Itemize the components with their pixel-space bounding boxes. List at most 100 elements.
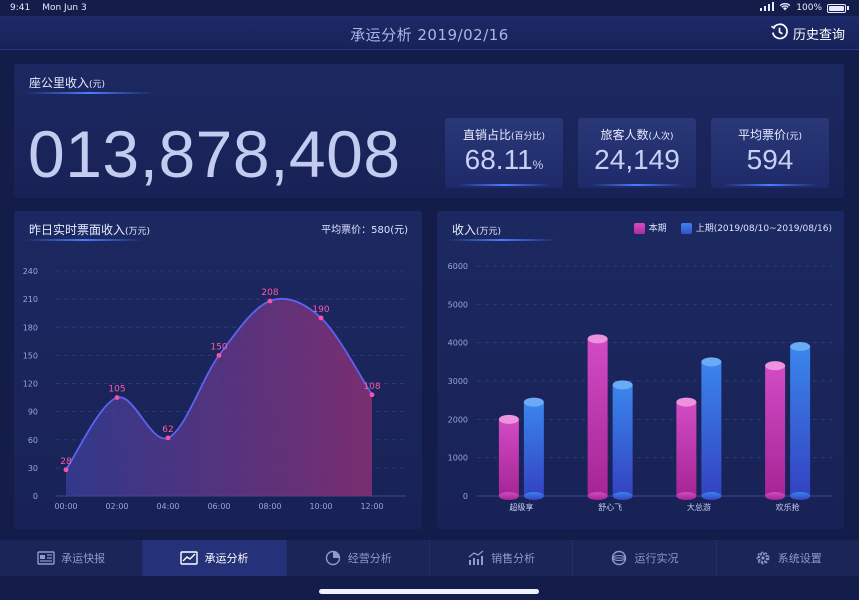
data-label: 108 — [363, 382, 380, 392]
bar-cap — [701, 357, 722, 367]
data-point — [318, 315, 324, 321]
direct-sales-ratio-card: 直销占比(百分比) 68.11% — [445, 118, 563, 188]
y-tick-label: 5000 — [448, 300, 468, 309]
data-point — [267, 298, 273, 304]
y-tick-label: 60 — [28, 436, 38, 445]
y-tick-label: 150 — [23, 351, 38, 360]
data-label: 62 — [162, 425, 173, 435]
data-label: 208 — [261, 288, 278, 298]
bar-base — [612, 492, 633, 500]
y-tick-label: 3000 — [448, 377, 468, 386]
average-fare-card: 平均票价(元) 594 — [711, 118, 829, 188]
data-point — [216, 352, 222, 358]
pie-icon — [325, 550, 341, 566]
passenger-count-card: 旅客人数(人次) 24,149 — [578, 118, 696, 188]
x-tick-label: 10:00 — [309, 502, 332, 511]
signal-icon — [760, 2, 775, 14]
x-tick-label: 06:00 — [207, 502, 230, 511]
bar — [612, 384, 633, 496]
y-tick-label: 120 — [23, 380, 38, 389]
bar-cap — [498, 414, 519, 424]
bar — [765, 365, 786, 496]
tab-business-analysis[interactable]: 经营分析 — [287, 540, 430, 576]
x-tick-label: 08:00 — [258, 502, 281, 511]
y-tick-label: 2000 — [448, 415, 468, 424]
bar — [587, 338, 608, 496]
tab-label: 经营分析 — [347, 552, 392, 565]
data-point — [63, 467, 69, 473]
y-tick-label: 30 — [28, 464, 38, 473]
y-tick-label: 90 — [28, 408, 38, 417]
revenue-comparison-chart: 0 1000 2000 3000 4000 5000 6000 超级享 舒心飞 大总游 欢乐抢 — [448, 262, 832, 512]
tab-sales-analysis[interactable]: 销售分析 — [430, 540, 574, 576]
bar-cap — [765, 361, 786, 371]
bar-base — [676, 492, 697, 500]
data-point — [165, 435, 171, 441]
x-tick-label: 舒心飞 — [598, 502, 622, 512]
tab-label: 运行实况 — [634, 552, 679, 565]
y-tick-label: 0 — [463, 492, 468, 501]
report-icon — [37, 551, 55, 565]
passenger-count-value: 24,149 — [594, 144, 680, 175]
direct-sales-ratio-value: 68.11 — [464, 144, 533, 175]
history-query-button[interactable]: 历史查询 — [770, 22, 845, 45]
bar — [523, 402, 544, 496]
y-tick-label: 0 — [33, 492, 38, 501]
x-tick-label: 00:00 — [54, 502, 77, 511]
data-point — [369, 392, 375, 398]
bar — [498, 419, 519, 496]
status-bar: 9:41 Mon Jun 3 100% — [0, 0, 859, 16]
x-tick-label: 欢乐抢 — [776, 502, 800, 512]
data-label: 150 — [210, 342, 227, 352]
realtime-revenue-panel: 昨日实时票面收入(万元) 平均票价：580(元) 0 30 60 90 120 150 18… — [14, 211, 422, 529]
tab-label: 系统设置 — [777, 552, 822, 565]
data-point — [114, 395, 120, 400]
status-time: 9:41 — [10, 3, 31, 13]
bar-base — [523, 492, 544, 500]
battery-level: 100% — [796, 3, 822, 13]
history-clock-icon — [770, 22, 789, 45]
bar — [676, 402, 697, 496]
tab-label: 承运快报 — [61, 552, 106, 565]
x-tick-label: 超级享 — [509, 502, 533, 512]
data-label: 190 — [312, 305, 329, 315]
y-tick-label: 210 — [23, 295, 38, 304]
status-date: Mon Jun 3 — [42, 3, 87, 13]
bar-base — [765, 492, 786, 500]
x-tick-label: 12:00 — [360, 502, 383, 511]
wifi-icon — [779, 2, 791, 14]
home-indicator[interactable] — [319, 589, 539, 594]
tab-label: 销售分析 — [491, 552, 536, 565]
bar-cap — [587, 334, 608, 344]
average-fare-value: 594 — [746, 144, 794, 175]
bar — [790, 346, 811, 496]
x-tick-label: 02:00 — [105, 502, 128, 511]
revenue-comparison-panel: 收入(万元) 本期 上期(2019/08/10~2019/08/16) 0 100… — [437, 211, 844, 529]
globe-icon — [612, 550, 627, 566]
tab-live-operations[interactable]: 运行实况 — [573, 540, 717, 576]
bar-cap — [790, 342, 811, 351]
x-tick-label: 大总游 — [687, 502, 711, 512]
y-tick-label: 240 — [23, 267, 38, 276]
seat-km-revenue-value: 013,878,408 — [28, 117, 401, 191]
tab-system-settings[interactable]: 系统设置 — [717, 540, 859, 576]
bar — [701, 361, 722, 496]
realtime-revenue-chart: 0 30 60 90 120 150 180 210 240 00:00 02:00 04:00 06:… — [23, 267, 406, 511]
header-bar: 承运分析 2019/02/16 历史查询 — [0, 16, 859, 50]
y-tick-label: 1000 — [448, 454, 468, 463]
tab-label: 承运分析 — [204, 552, 249, 565]
bar-cap — [523, 397, 544, 407]
analysis-icon — [180, 551, 199, 565]
bar-cap — [612, 380, 633, 390]
bar-cap — [676, 397, 697, 407]
bar-base — [587, 492, 608, 500]
tab-carrier-analysis[interactable]: 承运分析 — [143, 540, 287, 576]
y-tick-label: 4000 — [448, 339, 468, 348]
seat-km-revenue-title: 座公里收入(元) — [29, 76, 106, 90]
gear-icon — [756, 551, 770, 565]
revenue-area — [66, 298, 372, 496]
x-tick-label: 04:00 — [156, 502, 179, 511]
data-label: 105 — [108, 385, 125, 395]
page-title: 承运分析 2019/02/16 — [350, 26, 509, 44]
tab-carrier-report[interactable]: 承运快报 — [0, 540, 144, 576]
